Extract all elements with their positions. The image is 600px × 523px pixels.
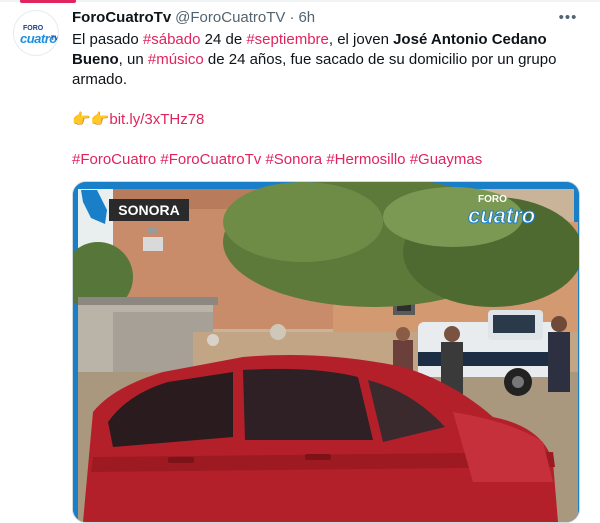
text-segment: , un <box>118 51 148 68</box>
sonora-badge-label: SONORA <box>118 202 179 218</box>
display-name[interactable]: ForoCuatroTv <box>72 8 171 28</box>
top-divider <box>0 0 600 2</box>
hashtag-hermosillo[interactable]: #Hermosillo <box>326 151 405 168</box>
photo-scene <box>73 182 579 522</box>
logo-main-text: cuatro <box>468 203 535 228</box>
hashtag-sonora[interactable]: #Sonora <box>265 151 322 168</box>
text-segment: El pasado <box>72 31 143 48</box>
header-separator: · <box>289 9 295 26</box>
hashtag-guaymas[interactable]: #Guaymas <box>410 151 483 168</box>
tweet-header: ForoCuatroTv @ForoCuatroTV · 6h <box>72 8 572 28</box>
tweet-media-image[interactable]: SONORA FORO cuatro <box>72 181 580 523</box>
hashtag-musico[interactable]: #músico <box>148 51 204 68</box>
tweet-link[interactable]: bit.ly/3xTHz78 <box>109 111 204 128</box>
avatar-logo-tv: TV <box>51 36 59 42</box>
text-segment: , el joven <box>328 31 394 48</box>
pointing-hand-icon: 👉👉 <box>72 111 110 128</box>
tweet-timestamp[interactable]: 6h <box>298 8 315 28</box>
hashtag-forocuatro[interactable]: #ForoCuatro <box>72 151 156 168</box>
hashtag-list: #ForoCuatro #ForoCuatroTv #Sonora #Hermo… <box>72 150 572 170</box>
active-tab-indicator <box>20 0 76 3</box>
hashtag-septiembre[interactable]: #septiembre <box>246 31 329 48</box>
tweet-content: ForoCuatroTv @ForoCuatroTV · 6h El pasad… <box>72 8 572 170</box>
avatar[interactable]: FORO cuatro TV <box>13 10 59 56</box>
hashtag-sabado[interactable]: #sábado <box>143 31 201 48</box>
tweet-text: El pasado #sábado 24 de #septiembre, el … <box>72 30 572 170</box>
text-segment: 24 de <box>200 31 247 48</box>
hashtag-forocuatrotv[interactable]: #ForoCuatroTv <box>160 151 261 168</box>
user-handle[interactable]: @ForoCuatroTV <box>175 8 285 28</box>
